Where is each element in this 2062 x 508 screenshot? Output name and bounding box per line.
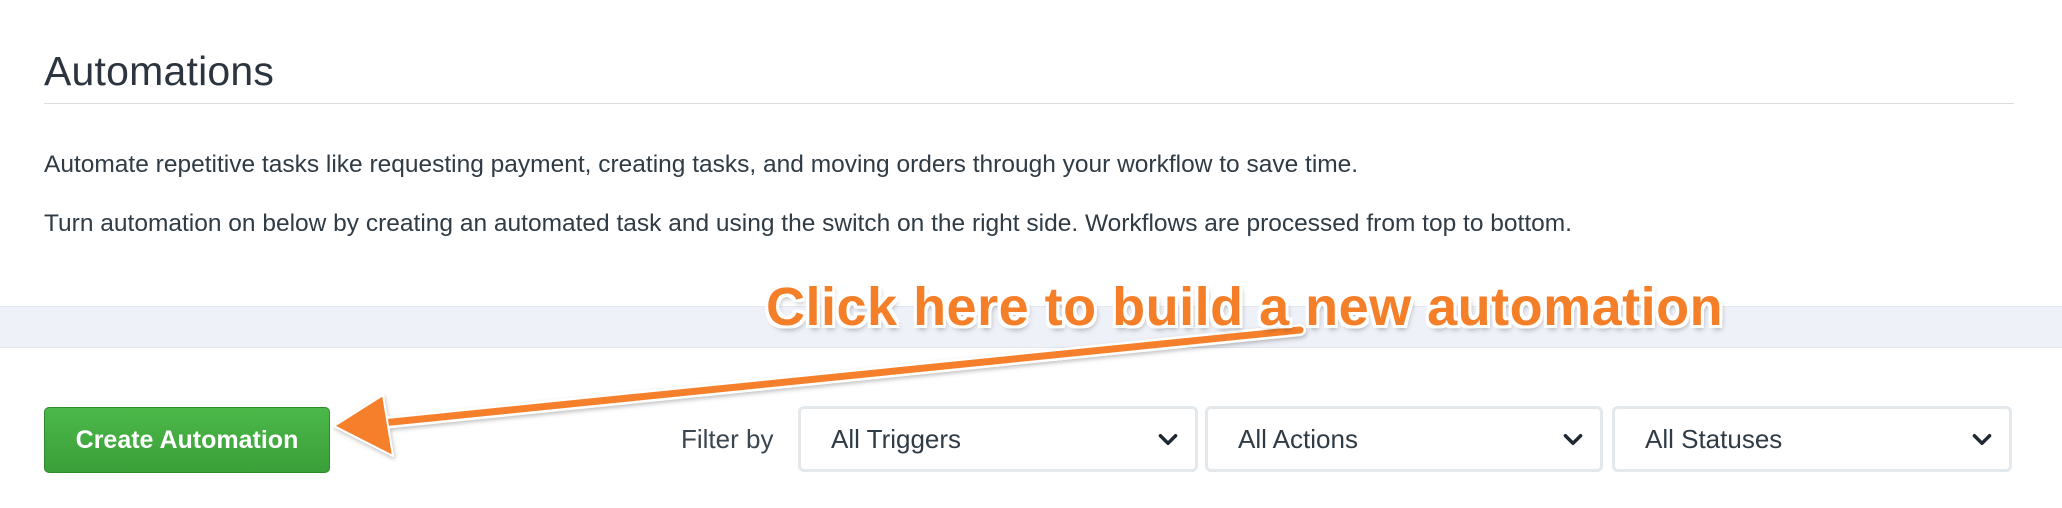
description-line-2: Turn automation on below by creating an …: [44, 210, 1572, 237]
chevron-down-icon: [1158, 434, 1178, 446]
statuses-filter-select[interactable]: All Statuses: [1612, 406, 2012, 472]
chevron-down-icon: [1563, 434, 1583, 446]
triggers-filter-select[interactable]: All Triggers: [798, 406, 1198, 472]
chevron-down-icon: [1972, 434, 1992, 446]
statuses-filter-value: All Statuses: [1645, 423, 1783, 454]
actions-filter-select[interactable]: All Actions: [1205, 406, 1603, 472]
page-title: Automations: [44, 48, 275, 94]
description-line-1: Automate repetitive tasks like requestin…: [44, 151, 1359, 178]
actions-filter-value: All Actions: [1238, 423, 1358, 454]
annotation-callout: Click here to build a new automation: [766, 277, 1724, 337]
title-divider: [44, 103, 2014, 104]
header-section: Automations Automate repetitive tasks li…: [0, 0, 2062, 306]
triggers-filter-value: All Triggers: [831, 423, 962, 454]
filter-label: Filter by: [681, 424, 774, 454]
automations-page: Automations Automate repetitive tasks li…: [0, 0, 2062, 508]
create-automation-button[interactable]: Create Automation: [44, 407, 330, 473]
